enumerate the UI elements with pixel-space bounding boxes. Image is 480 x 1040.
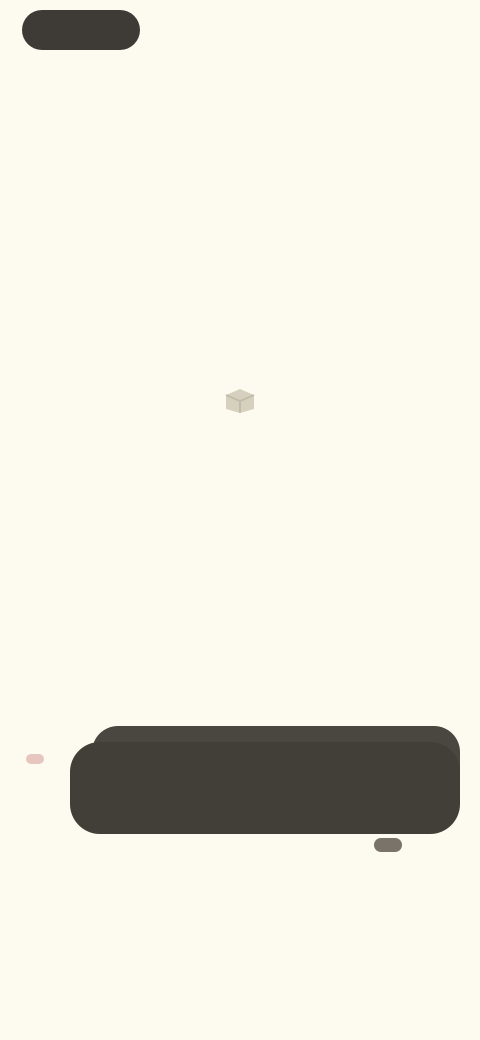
- nav-item-1[interactable]: [68, 876, 92, 888]
- nav-item-2[interactable]: [228, 876, 252, 888]
- side-marker: [26, 754, 44, 764]
- bottom-indicator: [374, 838, 402, 852]
- bottom-nav: [0, 876, 480, 888]
- top-pill-button[interactable]: [22, 10, 140, 50]
- empty-box-icon: [220, 380, 260, 420]
- empty-state: [0, 380, 480, 450]
- nav-item-3[interactable]: [388, 876, 412, 888]
- primary-action-button[interactable]: [70, 742, 460, 834]
